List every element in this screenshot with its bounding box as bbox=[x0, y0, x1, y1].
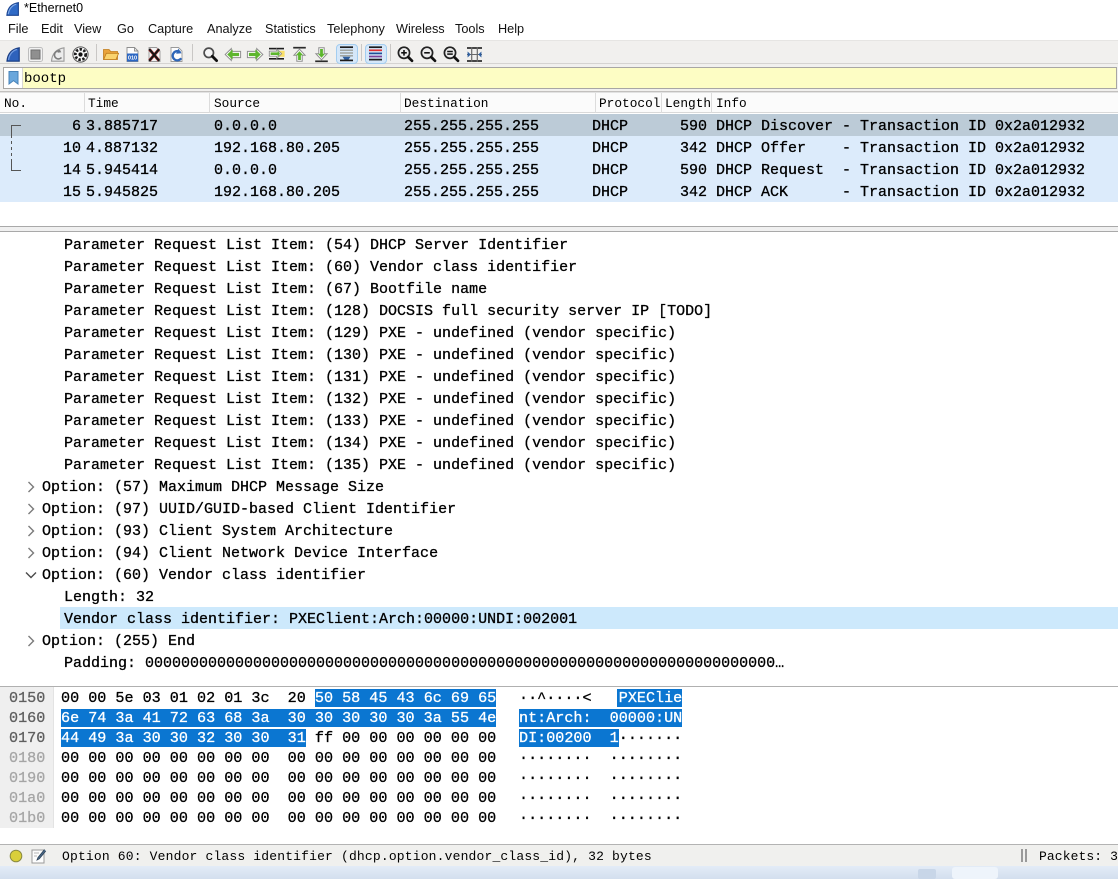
svg-text:010: 010 bbox=[128, 56, 137, 62]
